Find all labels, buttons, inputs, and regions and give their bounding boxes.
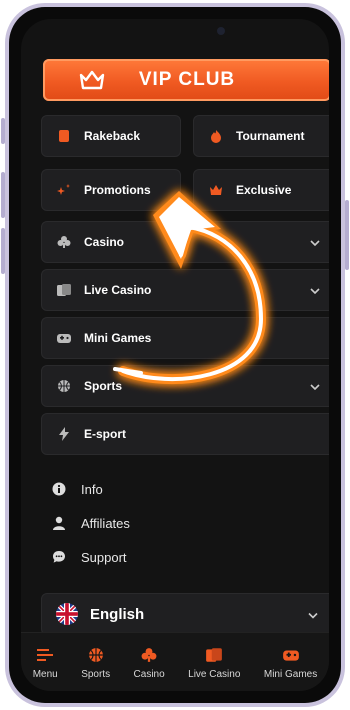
menu-icon — [35, 645, 55, 665]
live-casino-label: Live Casino — [84, 283, 152, 297]
language-label: English — [90, 605, 145, 623]
info-icon — [51, 481, 67, 497]
phone-frame: VIP CLUB Rakeback Tournament Promotions … — [5, 3, 345, 707]
crown-icon — [79, 70, 105, 90]
e-sport-label: E-sport — [84, 427, 126, 441]
affiliates-label: Affiliates — [81, 515, 130, 531]
tournament-label: Tournament — [236, 129, 305, 143]
menu-item-mini-games[interactable]: Mini Games — [41, 317, 329, 359]
bolt-icon — [56, 426, 72, 442]
phone-side-button — [1, 172, 5, 218]
menu-item-casino[interactable]: Casino — [41, 221, 329, 263]
screen: VIP CLUB Rakeback Tournament Promotions … — [21, 19, 329, 691]
camera-dot — [217, 27, 225, 35]
club-icon — [56, 234, 72, 250]
fire-icon — [208, 128, 224, 144]
exclusive-button[interactable]: Exclusive — [193, 169, 329, 211]
nav-menu-label: Menu — [32, 668, 58, 680]
vip-club-label: VIP CLUB — [138, 69, 236, 90]
nav-live-casino-label: Live Casino — [188, 668, 241, 680]
chevron-down-icon[interactable] — [308, 606, 318, 623]
basketball-icon — [56, 378, 72, 394]
cards-icon — [204, 645, 224, 665]
chat-icon — [51, 549, 67, 565]
rakeback-icon — [56, 128, 72, 144]
bottom-navigation: Menu Sports Casino Live Casino Mini Game… — [21, 632, 329, 691]
chevron-down-icon[interactable] — [310, 235, 320, 249]
user-icon — [51, 515, 67, 531]
casino-label: Casino — [84, 235, 125, 249]
info-label: Info — [81, 481, 103, 497]
exclusive-label: Exclusive — [236, 183, 292, 197]
rakeback-button[interactable]: Rakeback — [41, 115, 181, 157]
gamepad-icon — [56, 330, 72, 346]
nav-mini-games-label: Mini Games — [263, 668, 318, 680]
mini-games-label: Mini Games — [84, 331, 152, 345]
language-selector[interactable]: English — [41, 593, 329, 635]
promotions-button[interactable]: Promotions — [41, 169, 181, 211]
tournament-button[interactable]: Tournament — [193, 115, 329, 157]
nav-sports[interactable]: Sports — [81, 645, 110, 680]
club-icon — [139, 645, 159, 665]
affiliates-link[interactable]: Affiliates — [51, 515, 130, 531]
nav-menu[interactable]: Menu — [33, 645, 58, 680]
info-link[interactable]: Info — [51, 481, 103, 497]
sparkle-icon — [56, 182, 72, 198]
cards-icon — [56, 282, 72, 298]
support-label: Support — [81, 549, 127, 565]
nav-casino-label: Casino — [133, 668, 165, 680]
chevron-down-icon[interactable] — [310, 283, 320, 297]
nav-live-casino[interactable]: Live Casino — [188, 645, 240, 680]
menu-item-sports[interactable]: Sports — [41, 365, 329, 407]
phone-side-button — [1, 228, 5, 274]
uk-flag-icon — [56, 603, 78, 625]
phone-side-button — [345, 200, 349, 270]
phone-side-button — [1, 118, 5, 144]
menu-item-live-casino[interactable]: Live Casino — [41, 269, 329, 311]
promotions-label: Promotions — [84, 183, 151, 197]
chevron-down-icon[interactable] — [310, 379, 320, 393]
sports-label: Sports — [84, 379, 123, 393]
basketball-icon — [86, 645, 106, 665]
crown-icon — [208, 182, 224, 198]
gamepad-icon — [281, 645, 301, 665]
phone-bezel: VIP CLUB Rakeback Tournament Promotions … — [9, 7, 341, 703]
nav-sports-label: Sports — [81, 668, 111, 680]
vip-club-button[interactable]: VIP CLUB — [43, 59, 329, 101]
nav-mini-games[interactable]: Mini Games — [264, 645, 317, 680]
rakeback-label: Rakeback — [84, 129, 141, 143]
nav-casino[interactable]: Casino — [134, 645, 165, 680]
menu-item-e-sport[interactable]: E-sport — [41, 413, 329, 455]
support-link[interactable]: Support — [51, 549, 127, 565]
